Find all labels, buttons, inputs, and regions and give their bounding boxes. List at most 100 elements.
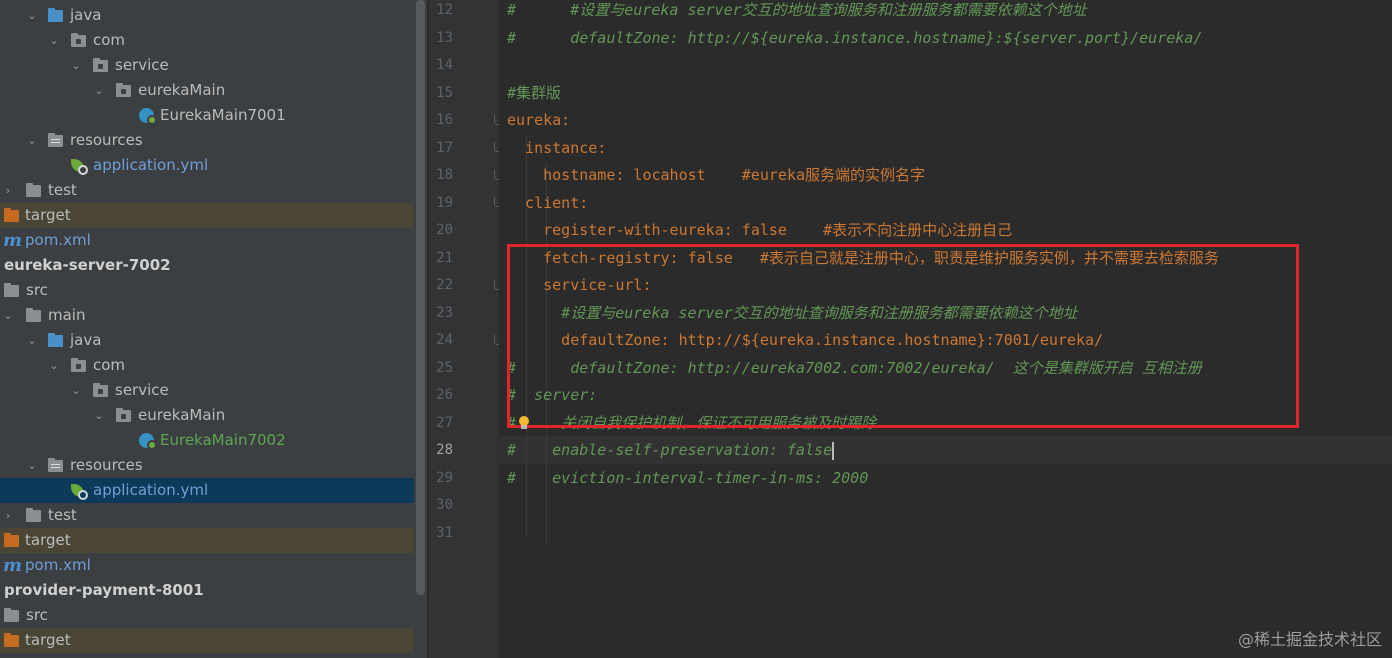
maven-icon: m <box>3 230 23 251</box>
spring-yml-icon <box>69 153 91 178</box>
tree-scrollbar[interactable] <box>414 0 427 658</box>
code-line-17[interactable]: instance: <box>507 135 606 163</box>
folder-icon <box>25 178 43 203</box>
folder-icon <box>3 603 21 628</box>
tree-item-com[interactable]: ⌄ com <box>0 28 414 53</box>
line-number: 25 <box>436 359 453 376</box>
watermark: @稀土掘金技术社区 <box>1237 630 1382 649</box>
tree-item-eurekamain[interactable]: ⌄ eurekaMain <box>0 403 414 428</box>
chevron-right-icon[interactable]: › <box>2 178 14 203</box>
code-line-12[interactable]: # #设置与eureka server交互的地址查询服务和注册服务都需要依赖这个… <box>507 0 1087 25</box>
line-number-current: 28 <box>436 442 453 458</box>
package-icon <box>70 353 88 378</box>
package-icon <box>115 78 133 103</box>
line-number: 30 <box>436 497 453 513</box>
tree-item-main[interactable]: ⌄ main <box>0 303 414 328</box>
tree-item-target[interactable]: target <box>0 628 414 653</box>
tree-item-eurekamain7001[interactable]: EurekaMain7001 <box>0 103 414 128</box>
line-number: 20 <box>436 222 453 238</box>
chevron-down-icon[interactable]: ⌄ <box>48 353 60 378</box>
chevron-down-icon[interactable]: ⌄ <box>26 3 38 28</box>
package-icon <box>115 403 133 428</box>
line-number: 16 <box>436 112 453 128</box>
chevron-down-icon[interactable]: ⌄ <box>70 53 82 78</box>
tree-module-eureka-server-7002[interactable]: eureka-server-7002 <box>0 253 414 278</box>
line-number: 19 <box>436 194 453 211</box>
resources-folder-icon <box>47 453 65 478</box>
code-line-18[interactable]: hostname: locahost #eureka服务端的实例名字 <box>507 162 925 190</box>
line-number: 13 <box>436 29 453 46</box>
line-number: 15 <box>436 84 453 101</box>
chevron-down-icon[interactable]: ⌄ <box>26 128 38 153</box>
tree-item-pom-xml[interactable]: m pom.xml <box>0 553 414 578</box>
tree-item-resources[interactable]: ⌄ resources <box>0 453 414 478</box>
line-number: 27 <box>436 414 453 431</box>
line-number: 17 <box>436 139 453 156</box>
spring-yml-icon <box>69 478 91 503</box>
chevron-down-icon[interactable]: ⌄ <box>26 453 38 478</box>
excluded-folder-icon <box>3 203 21 228</box>
chevron-down-icon[interactable]: ⌄ <box>93 403 105 428</box>
tree-item-eurekamain[interactable]: ⌄ eurekaMain <box>0 78 414 103</box>
tree-item-src[interactable]: src <box>0 278 414 303</box>
tree-item-application-yml-selected[interactable]: application.yml <box>0 478 414 503</box>
code-line-20[interactable]: register-with-eureka: false #表示不向注册中心注册自… <box>507 217 1012 245</box>
code-line-13[interactable]: # defaultZone: http://${eureka.instance.… <box>507 25 1202 53</box>
spring-boot-class-icon <box>138 103 160 128</box>
chevron-down-icon[interactable]: ⌄ <box>93 78 105 103</box>
line-number: 22 <box>436 277 453 293</box>
chevron-down-icon[interactable]: ⌄ <box>26 328 38 353</box>
line-number: 31 <box>436 524 453 541</box>
line-number: 24 <box>436 332 453 348</box>
tree-module-provider-payment-8001[interactable]: provider-payment-8001 <box>0 578 414 603</box>
tree-item-pom-xml[interactable]: m pom.xml <box>0 228 414 253</box>
text-caret <box>832 441 835 460</box>
line-number: 12 <box>436 2 453 18</box>
package-icon <box>70 28 88 53</box>
folder-icon <box>25 303 43 328</box>
highlight-annotation-box <box>507 244 1299 428</box>
tree-item-resources[interactable]: ⌄ resources <box>0 128 414 153</box>
tree-item-application-yml[interactable]: application.yml <box>0 153 414 178</box>
code-line-15[interactable]: #集群版 <box>507 80 561 108</box>
tree-item-test[interactable]: › test <box>0 178 414 203</box>
code-line-28[interactable]: # enable-self-preservation: false <box>507 437 835 465</box>
folder-icon <box>3 278 21 303</box>
tree-item-test[interactable]: › test <box>0 503 414 528</box>
excluded-folder-icon <box>3 628 21 653</box>
tree-item-java[interactable]: ⌄ java <box>0 3 414 28</box>
scrollbar-thumb[interactable] <box>416 0 425 595</box>
maven-icon: m <box>3 555 23 576</box>
folder-icon <box>25 503 43 528</box>
line-number: 23 <box>436 304 453 321</box>
code-line-29[interactable]: # eviction-interval-timer-in-ms: 2000 <box>507 465 868 493</box>
project-tree[interactable]: ⌄ java ⌄ com ⌄ service ⌄ eurekaMain Eure… <box>0 0 414 658</box>
lightbulb-icon[interactable] <box>518 416 530 430</box>
chevron-down-icon[interactable]: ⌄ <box>48 28 60 53</box>
resources-folder-icon <box>47 128 65 153</box>
spring-boot-class-icon <box>138 428 160 453</box>
tree-item-target[interactable]: target <box>0 528 414 553</box>
line-number: 29 <box>436 469 453 486</box>
chevron-down-icon[interactable]: ⌄ <box>70 378 82 403</box>
tree-item-com[interactable]: ⌄ com <box>0 353 414 378</box>
tree-item-src[interactable]: src <box>0 603 414 628</box>
line-number: 26 <box>436 387 453 403</box>
tree-item-service[interactable]: ⌄ service <box>0 378 414 403</box>
line-number: 18 <box>436 167 453 183</box>
package-icon <box>92 378 110 403</box>
line-number-gutter[interactable]: 12 13 14 15 16 17 18 19 20 21 22 23 24 2… <box>429 0 503 658</box>
line-number: 21 <box>436 249 453 266</box>
source-folder-icon <box>47 328 65 353</box>
chevron-right-icon[interactable]: › <box>2 503 14 528</box>
tree-item-service[interactable]: ⌄ service <box>0 53 414 78</box>
excluded-folder-icon <box>3 528 21 553</box>
tree-item-eurekamain7002[interactable]: EurekaMain7002 <box>0 428 414 453</box>
source-folder-icon <box>47 3 65 28</box>
code-line-16[interactable]: eureka: <box>507 107 570 135</box>
package-icon <box>92 53 110 78</box>
chevron-down-icon[interactable]: ⌄ <box>2 303 14 328</box>
code-line-19[interactable]: client: <box>507 190 588 218</box>
tree-item-target[interactable]: target <box>0 203 414 228</box>
tree-item-java[interactable]: ⌄ java <box>0 328 414 353</box>
